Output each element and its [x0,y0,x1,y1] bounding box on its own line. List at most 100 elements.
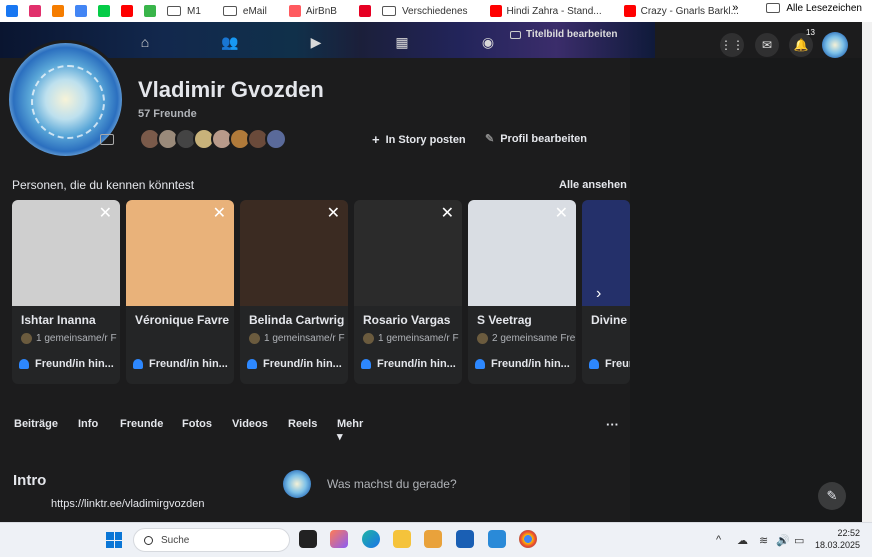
media-app-icon[interactable] [424,530,442,548]
close-icon[interactable]: ✕ [555,206,568,222]
suggestion-name[interactable]: S Veetrag [477,313,532,327]
messenger-button[interactable]: ✉ [755,33,779,57]
taskbar-search[interactable]: Suche [133,528,290,552]
profile-tab[interactable]: Videos [232,418,268,430]
suggestion-name[interactable]: Véronique Favre [135,313,229,327]
bookmark-item[interactable] [52,2,69,20]
close-icon[interactable]: ✕ [327,206,340,222]
add-friend-icon [247,359,257,369]
add-friend-button[interactable]: Freund/in hin... [475,358,570,370]
composer-input[interactable]: Was machst du gerade? [327,477,457,491]
friend-avatar[interactable] [265,128,287,150]
scrollbar[interactable] [862,22,872,522]
chevron-right-icon[interactable]: › [596,285,601,303]
bookmark-item[interactable]: M1 [167,2,201,20]
bookmarks-overflow-button[interactable]: » [732,2,738,14]
battery-icon[interactable]: ▭ [794,534,804,547]
composer-avatar [283,470,311,498]
profile-tab[interactable]: Mehr ▾ [337,418,363,443]
menu-grid-button[interactable]: ⋮⋮ [720,33,744,57]
marketplace-icon[interactable]: ▦ [393,34,411,50]
account-avatar[interactable] [822,32,848,58]
bookmark-label: Crazy - Gnarls Barkl... [640,5,739,17]
bookmarks-right: » Alle Lesezeichen [732,2,862,14]
add-friend-label: Freund/in hin... [263,358,342,370]
clock-time: 22:52 [837,528,860,538]
edit-cover-button[interactable]: Titelbild bearbeiten [510,29,618,40]
suggestion-photo[interactable]: ✕ [468,200,576,306]
file-explorer-icon[interactable] [393,530,411,548]
profile-tab[interactable]: Reels [288,418,317,430]
suggestion-card[interactable]: ✕ Véronique Favre Freund/in hin... [126,200,234,384]
bookmark-item[interactable]: Crazy - Gnarls Barkl... [623,2,739,20]
suggestion-name[interactable]: Ishtar Inanna [21,313,96,327]
folder-icon [766,3,781,13]
suggestion-card[interactable]: ✕ Belinda Cartwrig 1 gemeinsame/r F Freund/… [240,200,348,384]
close-icon[interactable]: ✕ [213,206,226,222]
bookmark-item[interactable]: eMail [222,2,267,20]
chevron-up-icon[interactable]: ^ [716,534,721,546]
bookmark-item[interactable]: Verschiedenes [381,2,468,20]
suggestion-photo[interactable]: ✕ [240,200,348,306]
add-friend-button[interactable]: Freund/in hin... [133,358,228,370]
suggestion-name[interactable]: Rosario Vargas [363,313,450,327]
bookmark-item[interactable] [75,2,92,20]
deviantart-icon [98,5,110,17]
volume-icon[interactable]: 🔊 [776,534,790,547]
bookmark-item[interactable] [358,2,376,20]
home-icon[interactable]: ⌂ [136,34,154,50]
bookmark-item[interactable]: AirBnB [288,2,337,20]
camera-icon[interactable] [100,134,114,145]
photos-icon[interactable] [488,530,506,548]
add-friend-label: Freund/in hin... [491,358,570,370]
bookmark-label: eMail [242,5,267,17]
suggestion-name[interactable]: Divine I [591,313,630,327]
groups-icon[interactable]: ◉ [479,34,497,50]
profile-tab[interactable]: Info [78,418,98,430]
more-options-button[interactable]: ··· [606,417,619,432]
friends-icon[interactable]: 👥 [221,34,239,50]
all-bookmarks-link[interactable]: Alle Lesezeichen [786,3,862,14]
add-friend-button[interactable]: Freund/in hin... [361,358,456,370]
copilot-icon[interactable] [330,530,348,548]
wifi-icon[interactable]: ≋ [759,534,768,547]
bookmark-item[interactable] [121,2,138,20]
bookmark-item[interactable] [6,2,23,20]
close-icon[interactable]: ✕ [441,206,454,222]
friend-avatars[interactable] [139,128,287,150]
edge-icon[interactable] [362,530,380,548]
video-icon[interactable]: ▶ [307,34,325,50]
profile-tab[interactable]: Freunde [120,418,163,430]
profile-tab[interactable]: Beiträge [14,418,58,430]
suggestion-card[interactable]: ✕ Ishtar Inanna 1 gemeinsame/r F Freund/in … [12,200,120,384]
add-friend-button[interactable]: Freund/in hin... [19,358,114,370]
task-view-icon[interactable] [299,530,317,548]
suggestion-card[interactable]: Divine I Freun [582,200,630,384]
suggestion-card[interactable]: ✕ S Veetrag 2 gemeinsame Fre Freund/in hin.… [468,200,576,384]
chrome-icon[interactable] [519,530,537,548]
suggestion-photo[interactable]: ✕ [12,200,120,306]
suggestion-photo[interactable]: ✕ [354,200,462,306]
bookmark-item[interactable] [98,2,115,20]
add-friend-button[interactable]: Freund/in hin... [247,358,342,370]
bookmark-item[interactable] [144,2,161,20]
see-all-link[interactable]: Alle ansehen [559,179,627,191]
cloud-icon[interactable]: ☁ [737,534,748,547]
add-friend-button[interactable]: Freun [589,358,630,370]
suggestion-card[interactable]: ✕ Rosario Vargas 1 gemeinsame/r F Freund/in… [354,200,462,384]
suggestion-photo[interactable] [582,200,630,306]
close-icon[interactable]: ✕ [99,206,112,222]
add-story-button[interactable]: + In Story posten [372,132,466,147]
intro-link[interactable]: https://linktr.ee/vladimirgvozden [51,498,204,510]
new-message-button[interactable]: ✎ [818,482,846,510]
clock[interactable]: 22:52 18.03.2025 [812,527,860,551]
bookmark-item[interactable]: Hindi Zahra - Stand... [489,2,602,20]
windows-start-icon[interactable] [106,532,122,548]
bookmark-item[interactable] [29,2,46,20]
suggestion-photo[interactable]: ✕ [126,200,234,306]
store-icon[interactable] [456,530,474,548]
suggestion-name[interactable]: Belinda Cartwrig [249,313,344,327]
profile-tab[interactable]: Fotos [182,418,212,430]
edit-profile-button[interactable]: ✎ Profil bearbeiten [485,132,587,146]
friend-count[interactable]: 57 Freunde [138,108,197,120]
